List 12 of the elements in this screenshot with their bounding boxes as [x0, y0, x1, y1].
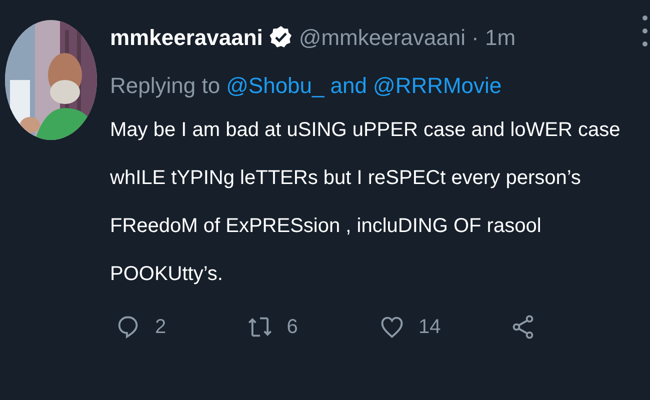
more-icon[interactable] — [642, 14, 648, 48]
action-count: 14 — [418, 315, 441, 340]
replying-label: Replying to — [110, 72, 220, 100]
mention-joiner: and — [330, 72, 367, 100]
action-count: 2 — [155, 315, 166, 340]
action-count: 6 — [286, 315, 298, 340]
display-name[interactable]: mmkeeravaani — [110, 20, 263, 54]
tweet-text: May be I am bad at uSING uPPER case and loWER case whILE tYPINg leTTERs but I reSPECt every person’s FReedoM of ExPRESsion , incluDING OF rasool POOKUtty’s. — [110, 118, 622, 287]
timestamp: · 1m — [472, 24, 516, 52]
user-handle[interactable]: @mmkeeravaani — [298, 20, 466, 54]
mention-link[interactable]: @RRRMovie — [372, 68, 502, 102]
mention-link[interactable]: @Shobu_ — [226, 68, 324, 102]
